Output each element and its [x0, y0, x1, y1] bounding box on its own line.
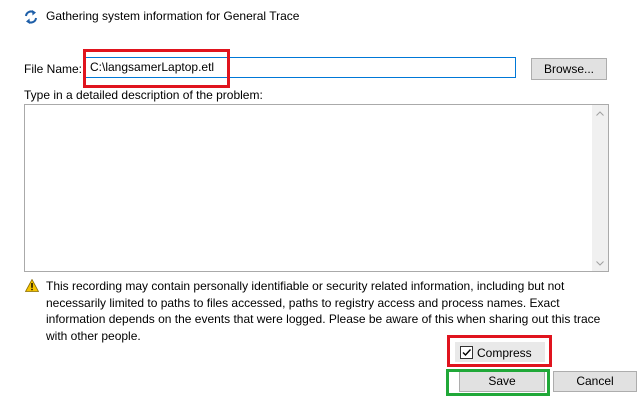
description-textarea[interactable] [24, 104, 609, 272]
compress-highlight [447, 335, 552, 367]
warning-triangle-icon [24, 278, 40, 292]
sync-arrows-icon [24, 9, 38, 25]
file-name-highlight [83, 49, 230, 88]
status-text: Gathering system information for General… [46, 9, 300, 23]
description-label: Type in a detailed description of the pr… [24, 88, 263, 102]
scroll-down-icon[interactable] [592, 255, 608, 271]
scroll-up-icon[interactable] [592, 105, 608, 121]
description-scrollbar[interactable] [592, 105, 608, 271]
browse-button[interactable]: Browse... [531, 58, 607, 80]
cancel-button[interactable]: Cancel [553, 371, 637, 392]
file-name-label: File Name: [24, 62, 83, 76]
save-highlight [446, 369, 550, 396]
